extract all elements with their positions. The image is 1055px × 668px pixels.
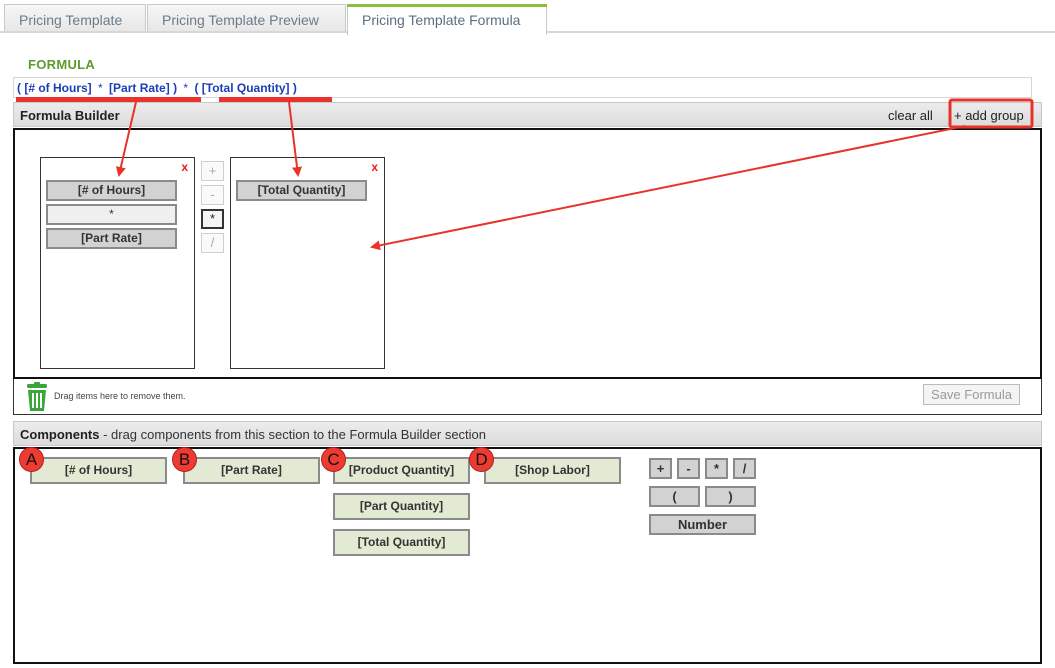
group-chip-part-rate[interactable]: [Part Rate] — [46, 228, 177, 249]
component-shop-labor[interactable]: [Shop Labor] — [484, 457, 621, 484]
tab-pricing-template[interactable]: Pricing Template — [4, 4, 146, 33]
formula-group-2[interactable]: x [Total Quantity] — [230, 157, 385, 369]
component-hours[interactable]: [# of Hours] — [30, 457, 167, 484]
tab-bar: Pricing Template Pricing Template Previe… — [0, 0, 1055, 35]
builder-op-plus[interactable]: + — [201, 161, 224, 181]
builder-op-multiply[interactable]: * — [201, 209, 224, 229]
component-op-divide[interactable]: / — [733, 458, 756, 479]
group-chip-total-quantity[interactable]: [Total Quantity] — [236, 180, 367, 201]
close-group-2-icon[interactable]: x — [371, 160, 378, 174]
trash-icon — [27, 382, 47, 411]
formula-builder-header: Formula Builder clear all + add group — [13, 102, 1042, 127]
formula-group-1[interactable]: x [# of Hours] * [Part Rate] — [40, 157, 195, 369]
formula-paren-open: ( — [194, 81, 199, 95]
add-group-link[interactable]: + add group — [954, 108, 1024, 123]
component-part-rate[interactable]: [Part Rate] — [183, 457, 320, 484]
components-description: - drag components from this section to t… — [99, 427, 487, 442]
formula-operator: * — [183, 81, 189, 95]
component-product-quantity[interactable]: [Product Quantity] — [333, 457, 470, 484]
formula-operator: * — [98, 81, 103, 95]
formula-heading: FORMULA — [28, 57, 96, 72]
formula-paren-close: ) — [173, 81, 178, 95]
component-op-minus[interactable]: - — [677, 458, 700, 479]
formula-term-part-rate: [Part Rate] — [109, 81, 170, 95]
annotation-badge-d: D — [469, 447, 494, 472]
formula-term-hours: [# of Hours] — [24, 81, 92, 95]
close-group-1-icon[interactable]: x — [181, 160, 188, 174]
builder-op-divide[interactable]: / — [201, 233, 224, 253]
formula-paren-open: ( — [17, 81, 21, 95]
formula-builder-title: Formula Builder — [20, 108, 120, 123]
tab-pricing-template-formula[interactable]: Pricing Template Formula — [347, 4, 547, 35]
component-op-multiply[interactable]: * — [705, 458, 728, 479]
components-area: [# of Hours] [Part Rate] [Product Quanti… — [13, 447, 1042, 664]
formula-term-total-quantity: [Total Quantity] — [201, 81, 290, 95]
annotation-badge-b: B — [172, 447, 197, 472]
group-chip-hours[interactable]: [# of Hours] — [46, 180, 177, 201]
component-part-quantity[interactable]: [Part Quantity] — [333, 493, 470, 520]
formula-paren-close: ) — [292, 81, 297, 95]
formula-builder-area[interactable]: x [# of Hours] * [Part Rate] + - * / x [… — [13, 128, 1042, 379]
annotation-badge-c: C — [321, 447, 346, 472]
trash-drop-zone[interactable]: Drag items here to remove them. Save For… — [13, 379, 1042, 415]
tab-pricing-template-preview[interactable]: Pricing Template Preview — [147, 4, 346, 33]
group-chip-operator[interactable]: * — [46, 204, 177, 225]
builder-op-minus[interactable]: - — [201, 185, 224, 205]
component-open-paren[interactable]: ( — [649, 486, 700, 507]
formula-display: ( [# of Hours] * [Part Rate] ) * ( [Tota… — [13, 77, 1032, 98]
save-formula-button[interactable]: Save Formula — [923, 384, 1020, 405]
components-header: Components - drag components from this s… — [13, 421, 1042, 446]
component-number[interactable]: Number — [649, 514, 756, 535]
component-total-quantity[interactable]: [Total Quantity] — [333, 529, 470, 556]
clear-all-link[interactable]: clear all — [888, 108, 933, 123]
annotation-badge-a: A — [19, 447, 44, 472]
trash-hint-text: Drag items here to remove them. — [54, 391, 186, 401]
component-close-paren[interactable]: ) — [705, 486, 756, 507]
components-title: Components — [20, 427, 100, 442]
component-op-plus[interactable]: + — [649, 458, 672, 479]
